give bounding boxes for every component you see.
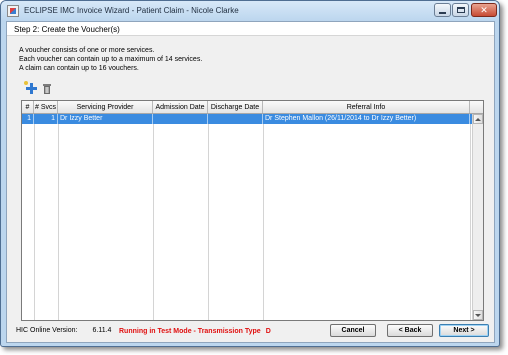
arrow-up-icon bbox=[475, 117, 481, 121]
column-header-provider[interactable]: Servicing Provider bbox=[58, 101, 153, 113]
arrow-down-icon bbox=[475, 313, 481, 317]
column-header-discharge[interactable]: Discharge Date bbox=[208, 101, 263, 113]
minimize-button[interactable] bbox=[434, 3, 451, 17]
maximize-icon bbox=[456, 7, 465, 13]
cell-referral: Dr Stephen Mallon (26/11/2014 to Dr Izzy… bbox=[263, 114, 470, 124]
instruction-line: A claim can contain up to 16 vouchers. bbox=[19, 65, 139, 72]
table-row[interactable]: 1 1 Dr Izzy Better Dr Stephen Mallon (26… bbox=[22, 114, 473, 124]
wizard-window: ECLIPSE IMC Invoice Wizard - Patient Cla… bbox=[0, 0, 500, 347]
add-voucher-button[interactable] bbox=[24, 81, 38, 95]
column-header-number[interactable]: # bbox=[22, 101, 34, 113]
step-title: Step 2: Create the Voucher(s) bbox=[7, 22, 494, 36]
next-button[interactable]: Next > bbox=[439, 324, 489, 337]
cell-admission bbox=[153, 114, 208, 124]
wizard-content: Step 2: Create the Voucher(s) A voucher … bbox=[6, 21, 495, 343]
cancel-button[interactable]: Cancel bbox=[330, 324, 376, 337]
scroll-up-button[interactable] bbox=[473, 114, 483, 124]
cell-provider: Dr Izzy Better bbox=[58, 114, 153, 124]
delete-voucher-button[interactable] bbox=[41, 83, 53, 95]
close-icon: ✕ bbox=[480, 4, 488, 15]
back-button[interactable]: < Back bbox=[387, 324, 433, 337]
cell-discharge bbox=[208, 114, 263, 124]
scroll-down-button[interactable] bbox=[473, 310, 483, 320]
close-button[interactable]: ✕ bbox=[471, 3, 497, 17]
cell-number: 1 bbox=[22, 114, 34, 124]
instructions: A voucher consists of one or more servic… bbox=[19, 46, 202, 73]
column-header-referral[interactable]: Referral Info bbox=[263, 101, 470, 113]
add-plus-icon bbox=[24, 81, 37, 94]
instruction-line: Each voucher can contain up to a maximum… bbox=[19, 56, 203, 63]
grid-header: # # Svcs Servicing Provider Admission Da… bbox=[22, 101, 483, 114]
voucher-grid[interactable]: # # Svcs Servicing Provider Admission Da… bbox=[21, 100, 484, 321]
test-mode-banner: Running in Test Mode - Transmission Type… bbox=[119, 328, 271, 335]
window-title: ECLIPSE IMC Invoice Wizard - Patient Cla… bbox=[24, 6, 239, 15]
transmission-type: D bbox=[265, 328, 271, 335]
minimize-icon bbox=[439, 11, 446, 14]
column-header-filler bbox=[470, 101, 483, 113]
title-bar: ECLIPSE IMC Invoice Wizard - Patient Cla… bbox=[1, 1, 499, 21]
version-value: 6.11.4 bbox=[92, 327, 112, 334]
test-mode-text: Running in Test Mode - Transmission Type bbox=[119, 328, 261, 335]
column-header-admission[interactable]: Admission Date bbox=[153, 101, 208, 113]
version-label: HIC Online Version: bbox=[16, 327, 78, 334]
app-icon bbox=[7, 5, 19, 17]
cell-svcs: 1 bbox=[34, 114, 58, 124]
column-header-svcs[interactable]: # Svcs bbox=[34, 101, 58, 113]
maximize-button[interactable] bbox=[452, 3, 469, 17]
version-info: HIC Online Version: 6.11.4 bbox=[16, 327, 111, 334]
instruction-line: A voucher consists of one or more servic… bbox=[19, 47, 155, 54]
vertical-scrollbar[interactable] bbox=[472, 114, 483, 320]
